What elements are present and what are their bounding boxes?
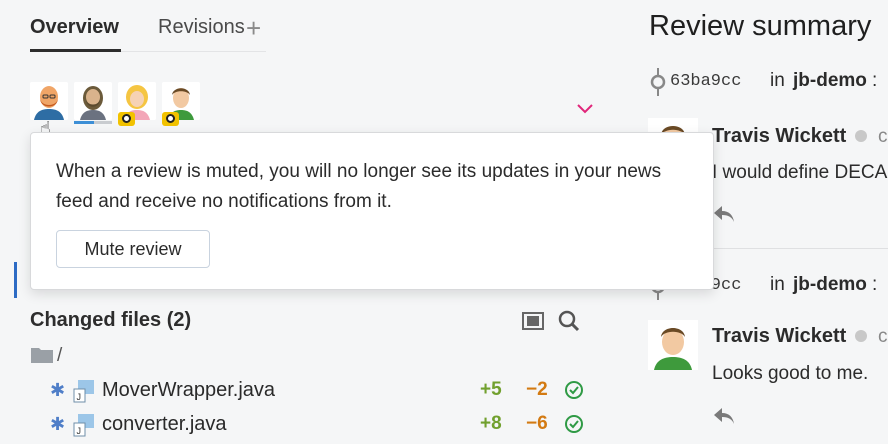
selection-accent-bar bbox=[14, 262, 17, 298]
chevron-down-icon[interactable] bbox=[576, 102, 594, 120]
svg-text:J: J bbox=[77, 426, 82, 436]
lines-removed: −6 bbox=[526, 413, 548, 434]
repository-name[interactable]: jb-demo bbox=[793, 70, 867, 92]
active-tab-underline bbox=[30, 49, 121, 52]
comment-meta-truncated: c bbox=[878, 326, 888, 347]
add-revision-plus-icon[interactable]: + bbox=[246, 15, 261, 41]
tab-overview[interactable]: Overview bbox=[30, 16, 119, 39]
status-dot bbox=[855, 330, 867, 342]
lines-added: +5 bbox=[480, 379, 502, 400]
folder-icon bbox=[30, 346, 54, 369]
file-name[interactable]: converter.java bbox=[102, 413, 227, 436]
comment-author[interactable]: Travis Wickett bbox=[712, 325, 846, 348]
commit-hash[interactable]: 63ba9cc bbox=[670, 72, 741, 91]
file-row[interactable]: ✱ J MoverWrapper.java +5 −2 bbox=[50, 376, 590, 406]
file-row[interactable]: ✱ J converter.java +8 −6 bbox=[50, 410, 590, 440]
popup-message: When a review is muted, you will no long… bbox=[56, 161, 662, 212]
file-name[interactable]: MoverWrapper.java bbox=[102, 379, 275, 402]
changed-files-title: Changed files (2) bbox=[30, 309, 192, 331]
mute-review-button[interactable]: Mute review bbox=[56, 230, 210, 268]
watching-eye-icon bbox=[162, 112, 179, 126]
status-dot bbox=[855, 130, 867, 142]
commit-icon bbox=[648, 68, 668, 102]
svg-text:J: J bbox=[77, 392, 82, 402]
commit-header: 63ba9cc in jb-demo : bbox=[648, 68, 888, 96]
comment-text: I would define DECA bbox=[712, 162, 888, 183]
commit-in-label: in bbox=[770, 70, 785, 91]
review-tabs: Overview Revisions + bbox=[30, 14, 266, 52]
reply-icon[interactable] bbox=[712, 406, 736, 431]
tab-revisions[interactable]: Revisions bbox=[158, 16, 245, 39]
avatar-progress-fill bbox=[74, 121, 94, 124]
java-file-icon: J bbox=[72, 413, 96, 442]
avatar-bearded-man[interactable] bbox=[74, 82, 112, 120]
comment-meta-truncated: c bbox=[878, 126, 888, 147]
commit-colon: : bbox=[872, 70, 878, 91]
folder-path: / bbox=[57, 345, 63, 366]
comment-author[interactable]: Travis Wickett bbox=[712, 125, 846, 148]
flag-icon[interactable] bbox=[522, 311, 544, 336]
check-circle-icon bbox=[564, 380, 584, 405]
commit-in-label: in bbox=[770, 274, 785, 295]
lines-added: +8 bbox=[480, 413, 502, 434]
modified-star-icon: ✱ bbox=[50, 380, 66, 400]
lines-removed: −2 bbox=[526, 379, 548, 400]
avatar[interactable] bbox=[648, 320, 698, 370]
comment-text: Looks good to me. bbox=[712, 363, 869, 384]
reply-icon[interactable] bbox=[712, 204, 736, 229]
modified-star-icon: ✱ bbox=[50, 414, 66, 434]
repository-name[interactable]: jb-demo bbox=[793, 274, 867, 296]
check-circle-icon bbox=[564, 414, 584, 439]
search-icon[interactable] bbox=[558, 310, 580, 337]
review-summary-title: Review summary bbox=[649, 10, 872, 42]
java-file-icon: J bbox=[72, 379, 96, 408]
avatar-bald-man[interactable] bbox=[30, 82, 68, 120]
commit-colon: : bbox=[872, 274, 878, 295]
watching-eye-icon bbox=[118, 112, 135, 126]
mute-review-popup: When a review is muted, you will no long… bbox=[30, 132, 714, 290]
